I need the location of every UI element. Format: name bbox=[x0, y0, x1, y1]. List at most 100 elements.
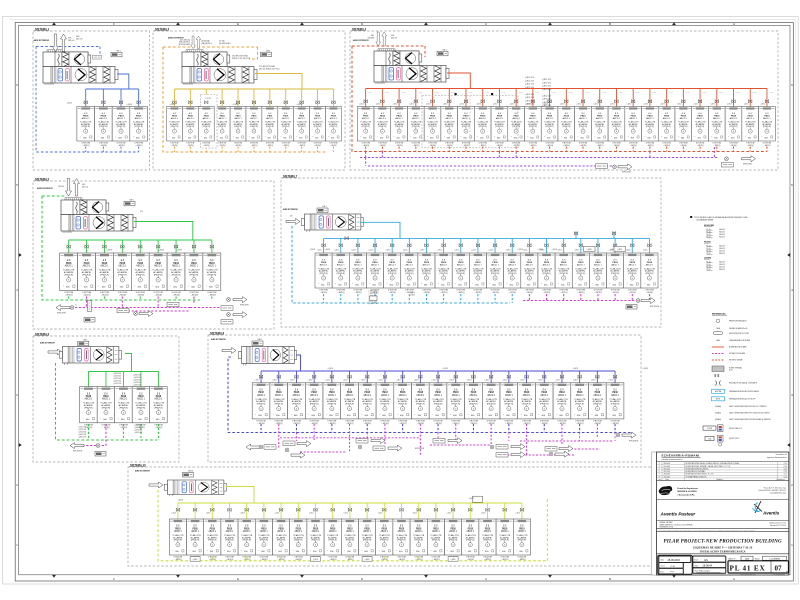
svg-text:(+)MCD 1250: (+)MCD 1250 bbox=[525, 94, 534, 96]
svg-text:(+)MCD: (+)MCD bbox=[412, 512, 417, 514]
svg-text:300x150: 300x150 bbox=[719, 234, 725, 236]
svg-text:300x150: 300x150 bbox=[719, 250, 725, 252]
svg-text:PL-41: PL-41 bbox=[707, 266, 711, 268]
svg-text:(+)MCD 1250: (+)MCD 1250 bbox=[525, 84, 534, 86]
svg-text:B: B bbox=[609, 577, 611, 581]
svg-text:(+)MCD: (+)MCD bbox=[393, 104, 398, 106]
svg-text:(+)MCD: (+)MCD bbox=[710, 104, 715, 106]
svg-text:SISTEMA 7: SISTEMA 7 bbox=[283, 174, 298, 178]
svg-text:FUTURO: FUTURO bbox=[206, 98, 213, 100]
svg-text:(+)MCD 840: (+)MCD 840 bbox=[78, 427, 86, 429]
svg-text:AIRE EXTERIOR: AIRE EXTERIOR bbox=[34, 39, 50, 42]
svg-text:28-08-04: 28-08-04 bbox=[664, 463, 670, 465]
svg-text:(+)MCD: (+)MCD bbox=[233, 104, 239, 106]
svg-text:8: 8 bbox=[659, 476, 660, 478]
svg-text:D: D bbox=[361, 577, 363, 581]
svg-text:(+)MCD 1250: (+)MCD 1250 bbox=[369, 291, 378, 293]
svg-text:(+)MCD: (+)MCD bbox=[443, 368, 449, 370]
svg-text:300x150: 300x150 bbox=[719, 248, 725, 250]
svg-text:(+)MCD: (+)MCD bbox=[685, 92, 690, 94]
svg-text:AIRE EXTERIOR: AIRE EXTERIOR bbox=[168, 37, 184, 40]
svg-text:UM 1: UM 1 bbox=[117, 51, 121, 53]
svg-text:(+)MCD: (+)MCD bbox=[410, 292, 415, 294]
svg-text:(+)MCD: (+)MCD bbox=[481, 512, 486, 514]
svg-text:(+)MCD: (+)MCD bbox=[610, 104, 615, 106]
svg-text:(+)MCD 840: (+)MCD 840 bbox=[78, 434, 86, 436]
svg-text:(+)MCD: (+)MCD bbox=[568, 92, 573, 94]
svg-text:(+)MCD: (+)MCD bbox=[574, 250, 579, 252]
svg-text:(+)MCD 1250: (+)MCD 1250 bbox=[525, 87, 534, 89]
svg-text:(+)MCD: (+)MCD bbox=[557, 250, 562, 252]
svg-text:(+)MCD: (+)MCD bbox=[702, 92, 707, 94]
svg-text:Fela :: Fela : bbox=[695, 565, 700, 567]
svg-text:PILAR PROJECT-NEW PRODUCTION: PILAR PROJECT-NEW PRODUCTION BUILDING bbox=[663, 538, 782, 544]
svg-text:(+)MCD 840: (+)MCD 840 bbox=[134, 432, 142, 434]
svg-text:(+)MCD 840: (+)MCD 840 bbox=[113, 383, 121, 385]
svg-text:(+)MCD: (+)MCD bbox=[403, 250, 408, 252]
svg-text:estudio termomecánico: estudio termomecánico bbox=[662, 458, 684, 461]
svg-text:(+)MCD: (+)MCD bbox=[420, 250, 425, 252]
svg-text:bis: bis bbox=[786, 571, 788, 573]
svg-text:PL-41: PL-41 bbox=[707, 236, 711, 238]
svg-text:(+)MCD: (+)MCD bbox=[410, 295, 415, 297]
svg-text:N: N bbox=[76, 305, 77, 307]
svg-text:(+)MCD 1250: (+)MCD 1250 bbox=[542, 105, 551, 107]
svg-text:(+)MCD: (+)MCD bbox=[378, 512, 383, 514]
svg-text:(+)MCD: (+)MCD bbox=[618, 92, 623, 94]
svg-text:(+)MCD: (+)MCD bbox=[556, 380, 561, 382]
svg-text:(+)MCD: (+)MCD bbox=[510, 104, 515, 106]
svg-text:(+)MCD 840: (+)MCD 840 bbox=[133, 385, 141, 387]
svg-text:(+)MCD: (+)MCD bbox=[172, 512, 177, 514]
svg-text:(+)MCD: (+)MCD bbox=[761, 104, 766, 106]
svg-text:PL-41: PL-41 bbox=[707, 269, 711, 271]
svg-text:(+)MCD: (+)MCD bbox=[418, 92, 423, 94]
svg-text:(+)MCD: (+)MCD bbox=[467, 380, 472, 382]
svg-text:(+)MCD: (+)MCD bbox=[538, 249, 544, 251]
svg-text:(+)MCD: (+)MCD bbox=[240, 512, 245, 514]
svg-text:Telephone 54 13 17 17 54: Telephone 54 13 17 17 54 bbox=[769, 523, 786, 525]
svg-text:(+)MCD: (+)MCD bbox=[107, 250, 113, 252]
svg-text:e-mail dg66@educamail: e-mail dg66@educamail bbox=[770, 493, 787, 495]
svg-text:(+)MCD: (+)MCD bbox=[660, 104, 665, 106]
svg-text:(+)MCD 840: (+)MCD 840 bbox=[133, 382, 141, 384]
svg-text:(+)MCD: (+)MCD bbox=[313, 559, 318, 561]
svg-text:(+)MCD 1250: (+)MCD 1250 bbox=[542, 89, 551, 91]
svg-text:(+)MCD: (+)MCD bbox=[308, 380, 313, 382]
svg-text:PL-41: PL-41 bbox=[707, 229, 711, 231]
svg-text:300x150: 300x150 bbox=[719, 229, 725, 231]
svg-text:(+)MCD: (+)MCD bbox=[310, 249, 316, 251]
svg-text:(+)MCD 840: (+)MCD 840 bbox=[134, 427, 142, 429]
svg-text:PL-41: PL-41 bbox=[707, 245, 711, 247]
svg-text:(+)MCD: (+)MCD bbox=[626, 250, 631, 252]
svg-text:(+)MCD: (+)MCD bbox=[551, 92, 556, 94]
svg-text:(+)MCD: (+)MCD bbox=[727, 104, 732, 106]
svg-text:C.N.: C.N. bbox=[671, 566, 676, 568]
svg-text:(+)MCD: (+)MCD bbox=[309, 512, 314, 514]
svg-text:300x150: 300x150 bbox=[719, 245, 725, 247]
svg-text:(+)MCD: (+)MCD bbox=[367, 92, 372, 94]
svg-text:(+)MCD: (+)MCD bbox=[376, 104, 381, 106]
svg-text:(+)MCD: (+)MCD bbox=[635, 92, 640, 94]
svg-text:EXPULSION: EXPULSION bbox=[57, 313, 66, 315]
svg-text:(+)MCD 840: (+)MCD 840 bbox=[78, 432, 86, 434]
svg-text:UM 4: UM 4 bbox=[443, 50, 447, 52]
svg-text:AIRE EXTERIOR: AIRE EXTERIOR bbox=[135, 470, 150, 473]
svg-text:ECHEVARRIA-ROMANI: ECHEVARRIA-ROMANI bbox=[662, 454, 700, 458]
svg-text:(+)MCD: (+)MCD bbox=[643, 368, 649, 370]
svg-text:DM5: DM5 bbox=[68, 38, 71, 40]
svg-text:AIRE EXTERIOR: AIRE EXTERIOR bbox=[283, 208, 298, 211]
svg-text:(+)MCD 840: (+)MCD 840 bbox=[113, 373, 121, 375]
svg-text:(+)MCD: (+)MCD bbox=[752, 92, 757, 94]
svg-text:(+)MCD 1250: (+)MCD 1250 bbox=[525, 104, 534, 106]
svg-text:76-03-03: 76-03-03 bbox=[664, 476, 670, 478]
svg-text:(+)MCD: (+)MCD bbox=[506, 250, 511, 252]
svg-text:(+)MCD 840: (+)MCD 840 bbox=[134, 425, 142, 427]
svg-text:E: E bbox=[237, 22, 239, 26]
svg-text:(+)MCD: (+)MCD bbox=[518, 249, 524, 251]
svg-text:07: 07 bbox=[775, 564, 783, 572]
svg-text:Affaire n°: Affaire n° bbox=[729, 558, 737, 561]
svg-text:(+)MCD 1250: (+)MCD 1250 bbox=[369, 293, 378, 295]
svg-text:(+)MCD: (+)MCD bbox=[275, 512, 280, 514]
svg-text:01-08-04: 01-08-04 bbox=[664, 466, 670, 468]
svg-text:PL-41: PL-41 bbox=[707, 261, 711, 263]
